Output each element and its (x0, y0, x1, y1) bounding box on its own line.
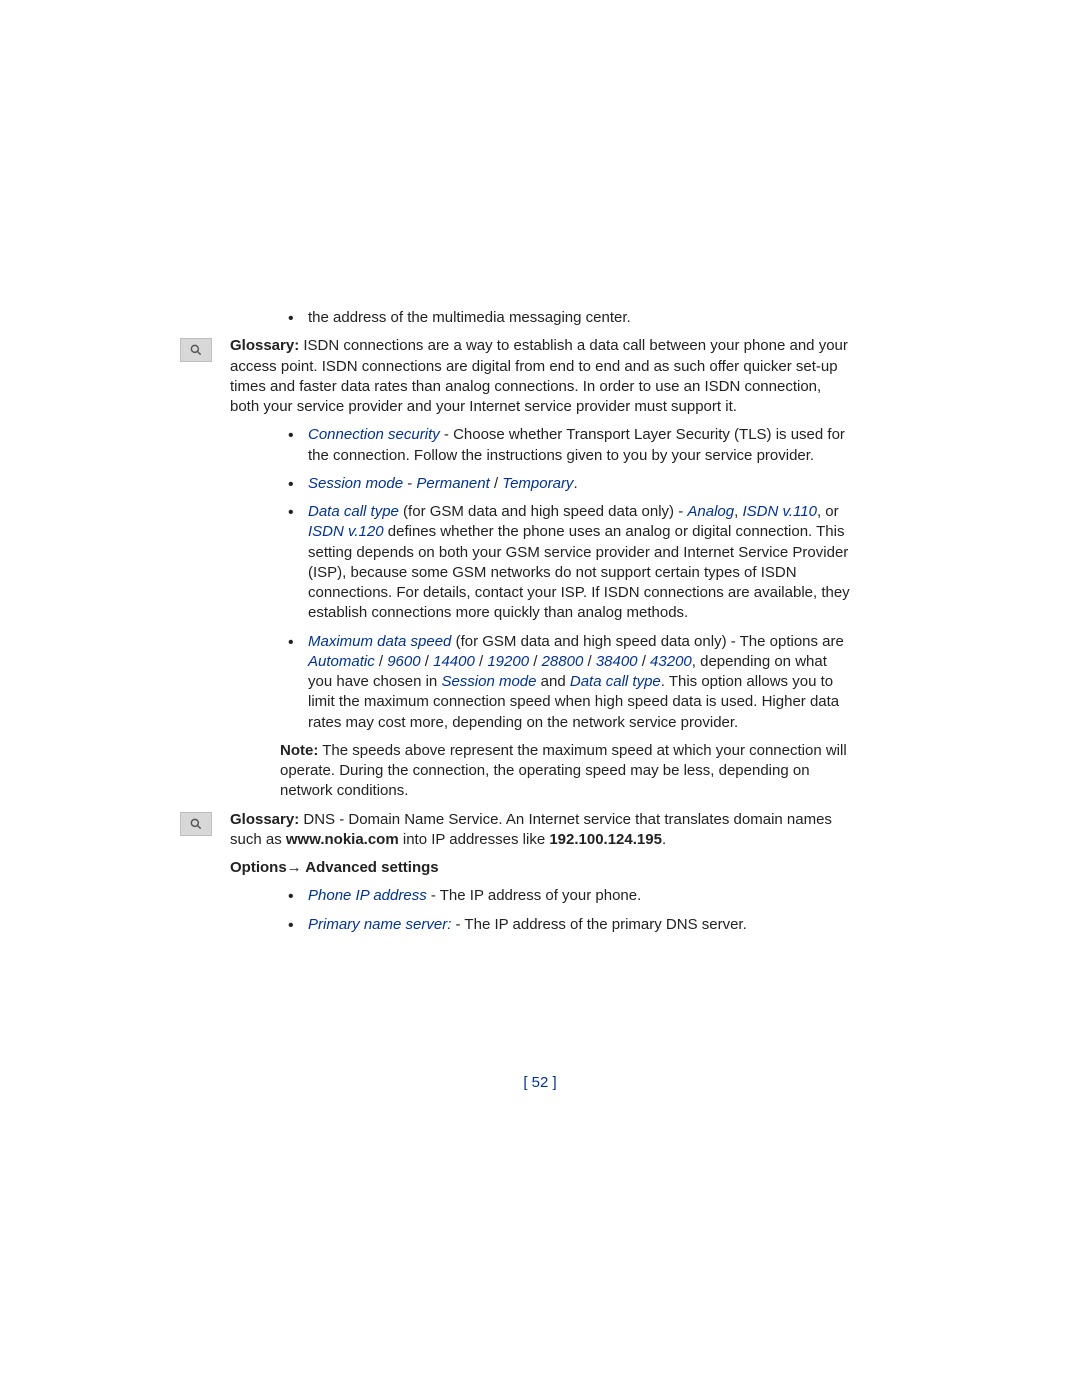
bullet-data-call-type: Data call type (for GSM data and high sp… (280, 502, 850, 624)
advanced-bullets: Phone IP address - The IP address of you… (280, 886, 850, 935)
term-data-call-type: Data call type (308, 503, 399, 520)
opt-43200: 43200 (650, 653, 692, 670)
bullet-session-mode: Session mode - Permanent / Temporary. (280, 474, 850, 494)
opt-19200: 19200 (487, 653, 529, 670)
glossary-block-1: Glossary: ISDN connections are a way to … (230, 336, 850, 417)
opt-14400: 14400 (433, 653, 475, 670)
term-max-data-speed: Maximum data speed (308, 633, 451, 650)
opt-analog: Analog (687, 503, 734, 520)
note-label: Note: (280, 742, 318, 759)
magnifier-icon (180, 812, 212, 836)
bullet-connection-security: Connection security - Choose whether Tra… (280, 425, 850, 466)
glossary-2-para: Glossary: DNS - Domain Name Service. An … (230, 810, 850, 851)
intro-bullet: the address of the multimedia messaging … (280, 308, 850, 328)
main-bullet-list: Connection security - Choose whether Tra… (280, 425, 850, 733)
bullet-max-data-speed: Maximum data speed (for GSM data and hig… (280, 632, 850, 733)
opt-38400: 38400 (596, 653, 638, 670)
term-primary-dns: Primary name server: (308, 916, 451, 933)
intro-bullet-list: the address of the multimedia messaging … (280, 308, 850, 328)
glossary-block-2: Glossary: DNS - Domain Name Service. An … (230, 810, 850, 851)
advanced-bullet-list: Phone IP address - The IP address of you… (280, 886, 850, 935)
dct-or: , or (817, 503, 839, 520)
glossary-1-label: Glossary: (230, 337, 299, 354)
opt-9600: 9600 (387, 653, 420, 670)
dct-rest1: (for GSM data and high speed data only) … (399, 503, 688, 520)
opt-auto: Automatic (308, 653, 375, 670)
note-block: Note: The speeds above represent the max… (280, 741, 850, 802)
manual-page: the address of the multimedia messaging … (230, 308, 850, 943)
sep: / (490, 475, 503, 492)
note-text: The speeds above represent the maximum s… (280, 742, 847, 800)
ref-session-mode: Session mode (441, 673, 536, 690)
main-bullets: Connection security - Choose whether Tra… (280, 425, 850, 733)
glossary-1-para: Glossary: ISDN connections are a way to … (230, 336, 850, 417)
glossary-2-label: Glossary: (230, 811, 299, 828)
glossary-2-period: . (662, 831, 666, 848)
dash: - (403, 475, 416, 492)
dct-rest2: defines whether the phone uses an analog… (308, 523, 850, 621)
bullet-primary-dns: Primary name server: - The IP address of… (280, 915, 850, 935)
term-phone-ip: Phone IP address (308, 887, 427, 904)
bullet-phone-ip: Phone IP address - The IP address of you… (280, 886, 850, 906)
opt-temporary: Temporary (502, 475, 573, 492)
glossary-2-domain: www.nokia.com (286, 831, 399, 848)
text-phone-ip: - The IP address of your phone. (427, 887, 642, 904)
options-advanced-heading: Options→ Advanced settings (230, 858, 850, 878)
opt-isdn110: ISDN v.110 (742, 503, 816, 520)
intro-section: the address of the multimedia messaging … (280, 308, 850, 328)
page-number: [ 52 ] (0, 1074, 1080, 1091)
ref-data-call-type: Data call type (570, 673, 661, 690)
magnifier-icon (180, 338, 212, 362)
text-primary-dns: - The IP address of the primary DNS serv… (451, 916, 746, 933)
term-session-mode: Session mode (308, 475, 403, 492)
intro-bullet-text: the address of the multimedia messaging … (308, 309, 631, 326)
glossary-2-text2: into IP addresses like (399, 831, 550, 848)
opt-permanent: Permanent (416, 475, 489, 492)
period: . (573, 475, 577, 492)
glossary-2-ip: 192.100.124.195 (549, 831, 662, 848)
opt-28800: 28800 (542, 653, 584, 670)
opt-isdn120: ISDN v.120 (308, 523, 384, 540)
term-connection-security: Connection security (308, 426, 440, 443)
mds-rest1: (for GSM data and high speed data only) … (451, 633, 843, 650)
glossary-1-text: ISDN connections are a way to establish … (230, 337, 848, 415)
mds-and: and (537, 673, 570, 690)
